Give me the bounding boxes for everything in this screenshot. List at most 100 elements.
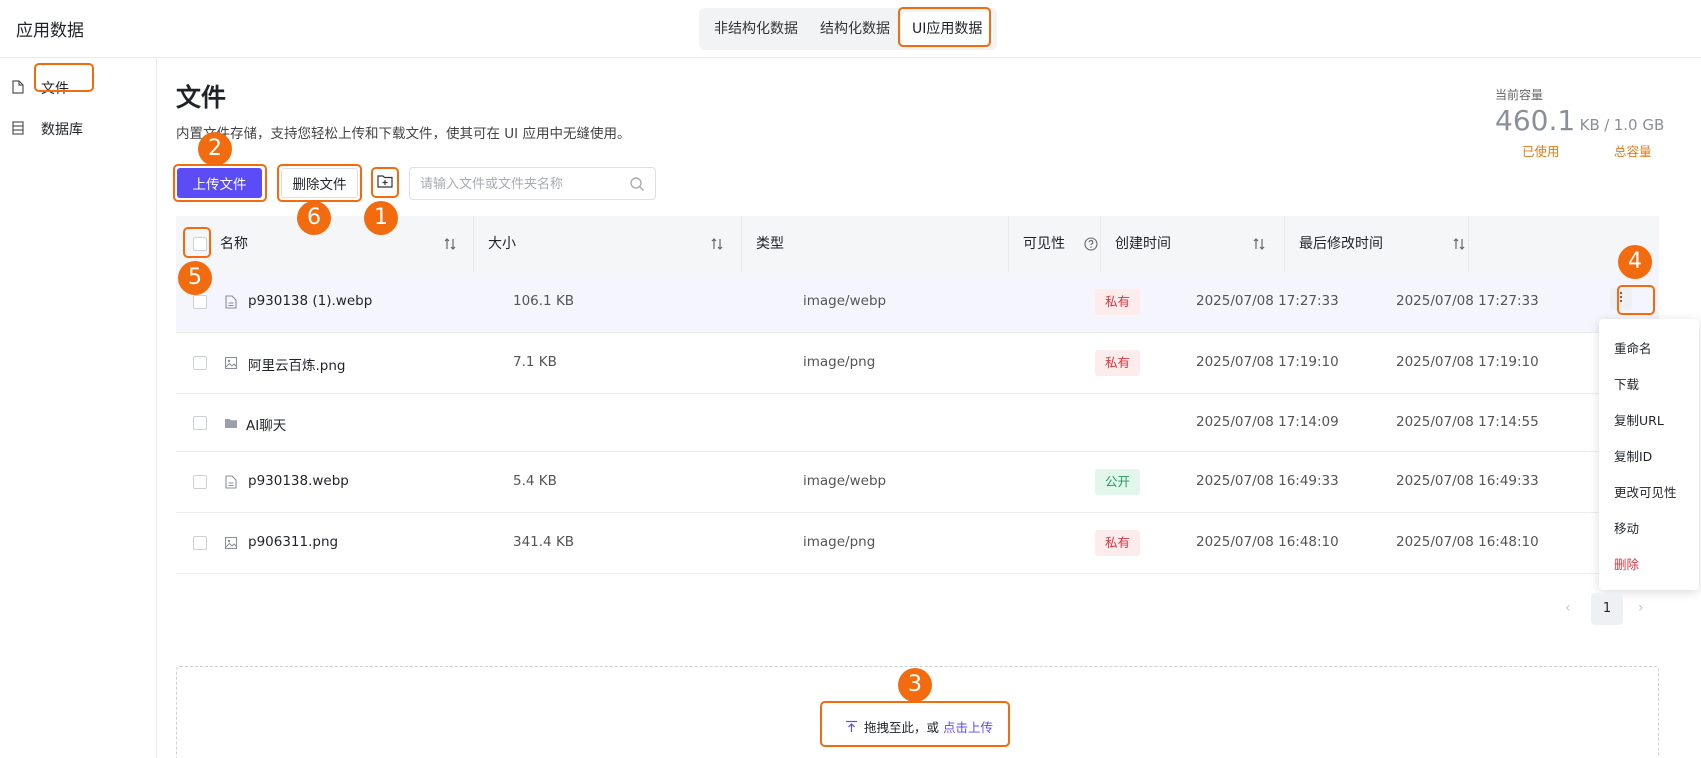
row-checkbox[interactable]	[193, 295, 207, 309]
annotation-marker: 5	[178, 261, 212, 295]
tab-ui-app-data[interactable]: UI应用数据	[901, 12, 994, 46]
file-icon	[12, 80, 26, 96]
modified-time: 2025/07/08 17:27:33	[1396, 293, 1539, 309]
capacity-used-label: 已使用	[1522, 144, 1560, 159]
modified-time: 2025/07/08 16:49:33	[1396, 473, 1539, 489]
menu-item-download[interactable]: 下载	[1614, 374, 1639, 393]
file-size: 7.1 KB	[513, 354, 557, 370]
capacity-total: 1.0 GB	[1613, 116, 1665, 134]
capacity-value: 460.1 KB / 1.0 GB	[1495, 104, 1664, 137]
table-row[interactable]: p930138 (1).webp 106.1 KB image/webp 私有 …	[176, 272, 1659, 333]
created-time: 2025/07/08 17:19:10	[1196, 354, 1339, 370]
visibility-badge: 公开	[1095, 469, 1141, 495]
page-description: 内置文件存储，支持您轻松上传和下载文件，使其可在 UI 应用中无缝使用。	[176, 126, 631, 142]
sidebar-item-label: 文件	[41, 81, 69, 97]
modified-time: 2025/07/08 17:14:55	[1396, 414, 1539, 430]
search-input[interactable]	[420, 174, 620, 194]
new-folder-icon	[377, 174, 393, 192]
pagination-page[interactable]: 1	[1591, 593, 1623, 625]
sidebar-item-database[interactable]: 数据库	[12, 115, 83, 143]
menu-item-copy-url[interactable]: 复制URL	[1614, 410, 1664, 429]
sort-name-icon[interactable]	[443, 237, 457, 251]
sort-size-icon[interactable]	[710, 237, 724, 251]
visibility-badge: 私有	[1095, 530, 1141, 556]
file-type: image/webp	[803, 293, 887, 309]
new-folder-button[interactable]	[374, 170, 396, 196]
pagination-next-icon[interactable]: ›	[1638, 600, 1644, 616]
sort-created-icon[interactable]	[1252, 237, 1266, 251]
file-size: 106.1 KB	[513, 293, 575, 309]
more-vertical-icon	[1619, 291, 1623, 307]
sidebar-item-label: 数据库	[41, 122, 83, 138]
data-type-tabs: 非结构化数据 结构化数据 UI应用数据	[699, 8, 998, 50]
annotation-marker: 6	[297, 201, 331, 235]
select-all-checkbox[interactable]	[193, 237, 207, 251]
column-visibility: 可见性	[1023, 236, 1065, 252]
table-row[interactable]: AI聊天 2025/07/08 17:14:09 2025/07/08 17:1…	[176, 394, 1659, 452]
upload-arrow-icon	[845, 720, 858, 733]
sort-modified-icon[interactable]	[1452, 237, 1466, 251]
file-name[interactable]: 阿里云百炼.png	[248, 354, 346, 374]
annotation-marker: 1	[364, 201, 398, 235]
table-row[interactable]: 阿里云百炼.png 7.1 KB image/png 私有 2025/07/08…	[176, 333, 1659, 394]
sidebar: 文件 数据库	[0, 58, 157, 758]
row-checkbox[interactable]	[193, 475, 207, 489]
menu-item-move[interactable]: 移动	[1614, 518, 1639, 537]
row-checkbox[interactable]	[193, 416, 207, 430]
created-time: 2025/07/08 16:48:10	[1196, 534, 1339, 550]
table-row[interactable]: p930138.webp 5.4 KB image/webp 公开 2025/0…	[176, 452, 1659, 513]
menu-item-rename[interactable]: 重命名	[1614, 338, 1652, 357]
menu-item-delete[interactable]: 删除	[1614, 554, 1639, 573]
visibility-badge: 私有	[1095, 350, 1141, 376]
visibility-badge: 私有	[1095, 289, 1141, 315]
annotation-marker: 4	[1618, 245, 1652, 279]
annotation-marker: 3	[898, 668, 932, 702]
dropzone-text: 拖拽至此，或 点击上传	[845, 717, 993, 736]
delete-file-button[interactable]: 删除文件	[281, 168, 358, 198]
file-size: 5.4 KB	[513, 473, 557, 489]
file-type: image/png	[803, 354, 876, 370]
file-name[interactable]: p906311.png	[248, 534, 338, 550]
file-size: 341.4 KB	[513, 534, 575, 550]
row-action-menu: 重命名 下载 复制URL 复制ID 更改可见性 移动 删除	[1599, 319, 1699, 590]
column-size: 大小	[488, 236, 516, 252]
app-title: 应用数据	[16, 21, 84, 41]
capacity-total-label: 总容量	[1614, 144, 1652, 159]
folder-name[interactable]: AI聊天	[246, 414, 286, 434]
upload-file-button[interactable]: 上传文件	[177, 168, 262, 198]
row-more-button[interactable]	[1610, 288, 1632, 310]
pagination-prev-icon[interactable]: ‹	[1565, 600, 1571, 616]
dropzone-hint: 拖拽至此，或	[864, 720, 940, 735]
help-icon[interactable]	[1084, 237, 1098, 255]
image-icon	[224, 536, 238, 550]
file-type: image/webp	[803, 473, 887, 489]
image-icon	[224, 356, 238, 370]
created-time: 2025/07/08 17:14:09	[1196, 414, 1339, 430]
table-header: 名称 大小 类型 可见性 创建时间 最后修改时间	[176, 216, 1659, 272]
file-icon	[224, 295, 238, 309]
capacity-used-value: 460.1	[1495, 104, 1576, 137]
row-checkbox[interactable]	[193, 536, 207, 550]
column-created: 创建时间	[1115, 236, 1171, 252]
capacity-label: 当前容量	[1495, 88, 1544, 102]
click-upload-link[interactable]: 点击上传	[943, 717, 993, 736]
file-name[interactable]: p930138.webp	[248, 473, 349, 489]
created-time: 2025/07/08 16:49:33	[1196, 473, 1339, 489]
annotation-marker: 2	[198, 132, 232, 166]
top-header: 应用数据 非结构化数据 结构化数据 UI应用数据	[0, 0, 1701, 58]
tab-unstructured-data[interactable]: 非结构化数据	[703, 12, 809, 46]
sidebar-item-files[interactable]: 文件	[12, 74, 69, 102]
page-title: 文件	[176, 83, 227, 112]
tab-structured-data[interactable]: 结构化数据	[809, 12, 901, 46]
file-type: image/png	[803, 534, 876, 550]
column-modified: 最后修改时间	[1299, 236, 1383, 252]
table-row[interactable]: p906311.png 341.4 KB image/png 私有 2025/0…	[176, 513, 1659, 574]
row-checkbox[interactable]	[193, 356, 207, 370]
menu-item-copy-id[interactable]: 复制ID	[1614, 446, 1652, 465]
menu-item-change-visibility[interactable]: 更改可见性	[1614, 482, 1677, 501]
file-name[interactable]: p930138 (1).webp	[248, 293, 372, 309]
search-box	[409, 167, 656, 200]
capacity-used-unit: KB	[1579, 116, 1600, 134]
search-icon[interactable]	[629, 176, 645, 192]
modified-time: 2025/07/08 16:48:10	[1396, 534, 1539, 550]
